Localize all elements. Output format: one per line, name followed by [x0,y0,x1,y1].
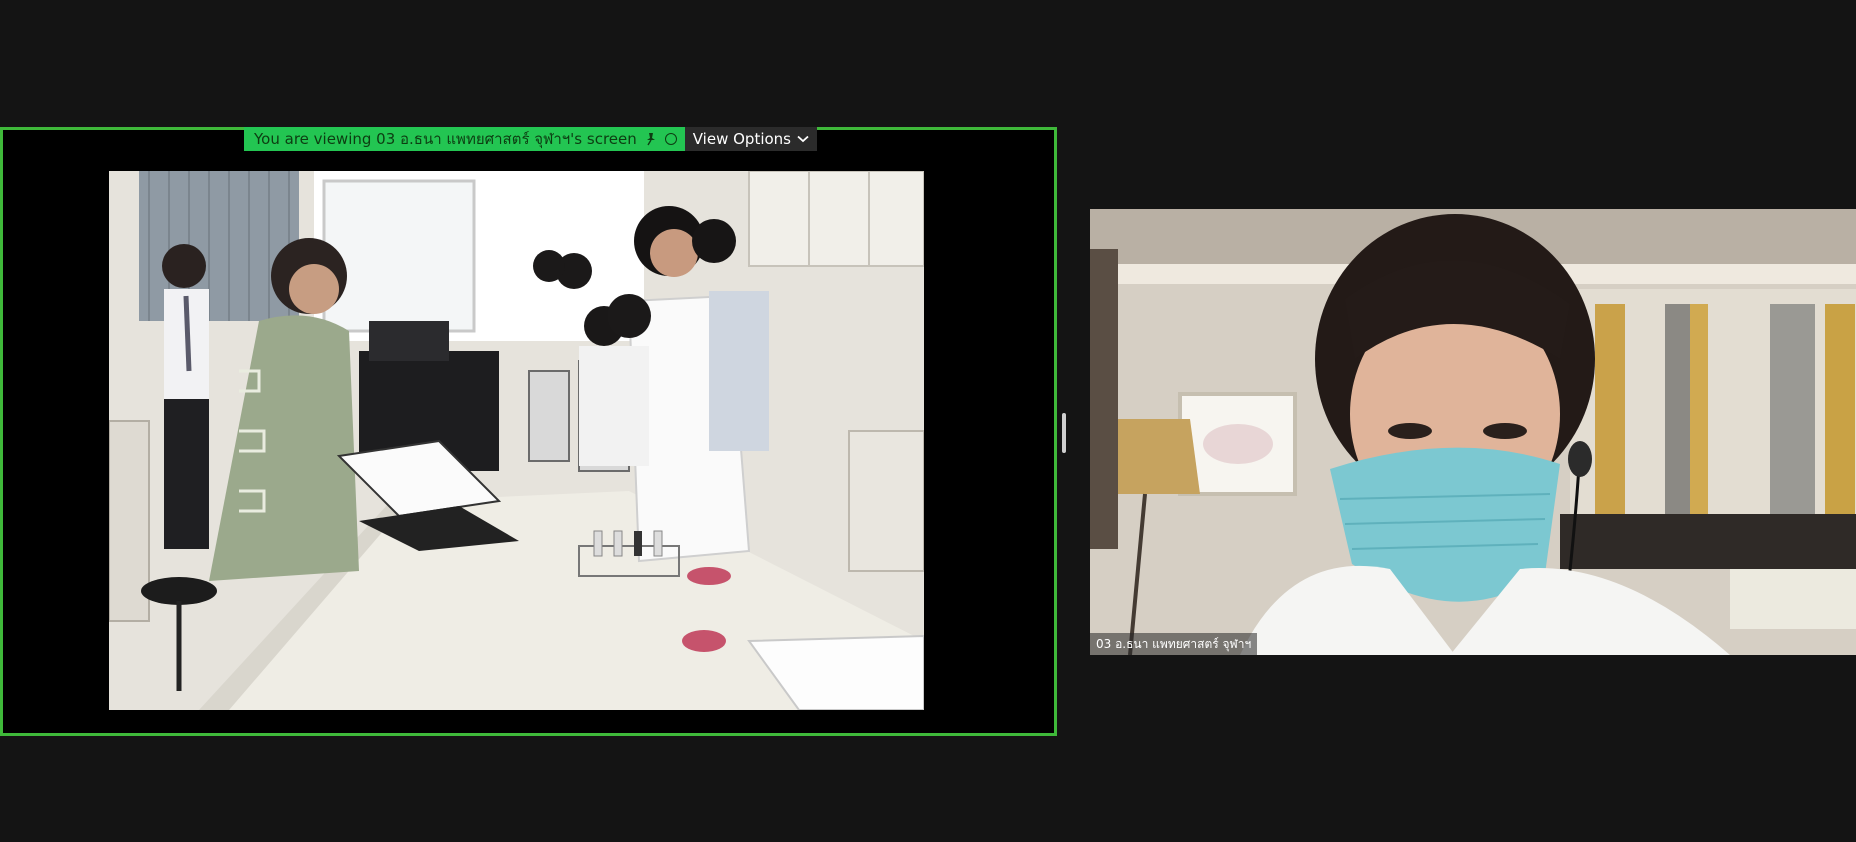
lab-photo-illustration [109,171,924,710]
status-circle-icon [664,133,677,145]
viewing-message: You are viewing 03 อ.ธนา แพทยศาสตร์ จุฬา… [254,130,637,148]
shared-screen-panel[interactable] [0,127,1057,736]
participant-video-illustration [1090,209,1856,655]
participant-name-tag: 03 อ.ธนา แพทยศาสตร์ จุฬาฯ [1090,633,1258,655]
viewing-banner: You are viewing 03 อ.ธนา แพทยศาสตร์ จุฬา… [244,127,817,151]
shared-screen-image [109,171,924,710]
view-options-button[interactable]: View Options [684,127,817,151]
pin-icon[interactable] [645,132,657,146]
chevron-down-icon [797,135,809,143]
participant-video[interactable] [1090,209,1856,655]
viewing-status: You are viewing 03 อ.ธนา แพทยศาสตร์ จุฬา… [244,127,685,151]
view-options-label: View Options [692,130,791,148]
panel-resize-handle[interactable] [1062,413,1066,453]
meeting-window: You are viewing 03 อ.ธนา แพทยศาสตร์ จุฬา… [0,0,1856,842]
